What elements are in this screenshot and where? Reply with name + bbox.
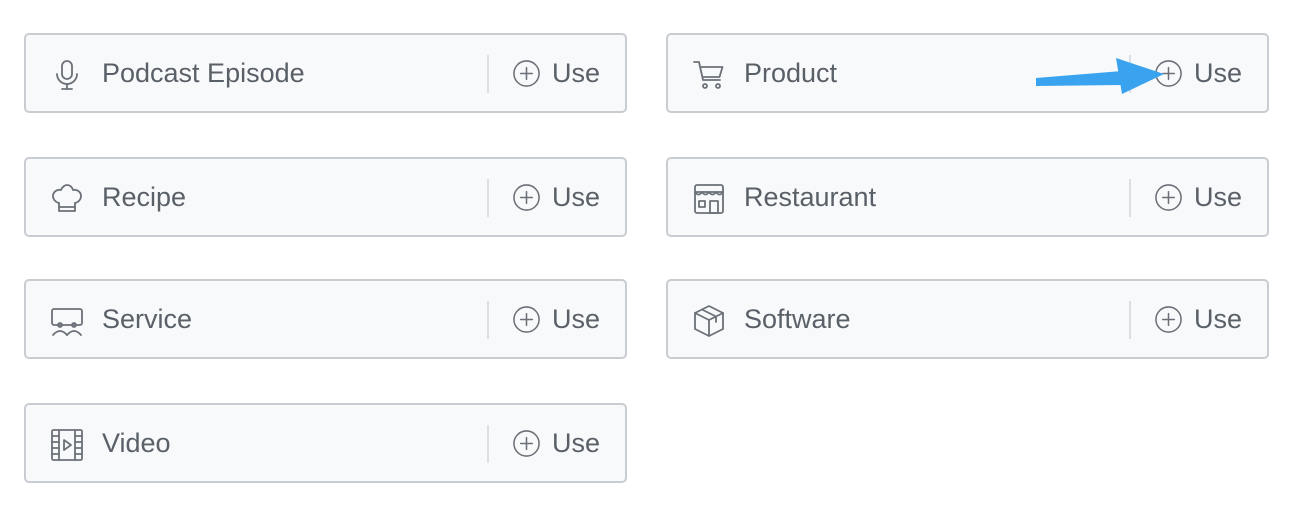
schema-card-video: Video Use — [24, 403, 627, 483]
use-button-service[interactable]: Use — [512, 299, 600, 339]
use-button-label: Use — [552, 57, 601, 88]
schema-card-recipe: Recipe Use — [24, 157, 627, 237]
schema-type-grid: Podcast Episode Use Product Use Recipe U… — [0, 0, 1295, 521]
service-icon — [49, 303, 85, 339]
shopping-cart-icon — [691, 57, 727, 93]
plus-circle-icon — [512, 59, 541, 88]
schema-type-label: Restaurant — [744, 182, 877, 212]
use-button-label: Use — [1194, 303, 1243, 334]
schema-type-label: Podcast Episode — [102, 58, 305, 88]
schema-type-label: Software — [744, 304, 851, 334]
divider — [1129, 179, 1131, 217]
software-box-icon — [691, 303, 727, 339]
schema-card-software: Software Use — [666, 279, 1269, 359]
divider — [487, 55, 489, 93]
use-button-label: Use — [552, 427, 601, 458]
schema-card-podcast-episode: Podcast Episode Use — [24, 33, 627, 113]
use-button-software[interactable]: Use — [1154, 299, 1242, 339]
use-button-label: Use — [1194, 181, 1243, 212]
schema-card-restaurant: Restaurant Use — [666, 157, 1269, 237]
schema-card-product: Product Use — [666, 33, 1269, 113]
schema-type-label: Video — [102, 428, 171, 458]
divider — [487, 179, 489, 217]
use-button-label: Use — [552, 181, 601, 212]
arrow-annotation-icon — [1036, 58, 1164, 94]
plus-circle-icon — [512, 429, 541, 458]
schema-type-label: Service — [102, 304, 193, 334]
schema-card-service: Service Use — [24, 279, 627, 359]
use-button-recipe[interactable]: Use — [512, 177, 600, 217]
use-button-podcast-episode[interactable]: Use — [512, 53, 600, 93]
plus-circle-icon — [512, 305, 541, 334]
film-icon — [49, 427, 85, 463]
microphone-icon — [49, 57, 85, 93]
divider — [487, 301, 489, 339]
plus-circle-icon — [1154, 183, 1183, 212]
plus-circle-icon — [512, 183, 541, 212]
divider — [487, 425, 489, 463]
use-button-product[interactable]: Use — [1154, 53, 1242, 93]
use-button-label: Use — [552, 303, 601, 334]
chef-hat-icon — [49, 181, 85, 217]
schema-type-label: Product — [744, 58, 838, 88]
use-button-restaurant[interactable]: Use — [1154, 177, 1242, 217]
storefront-icon — [691, 181, 727, 217]
use-button-label: Use — [1194, 57, 1243, 88]
divider — [1129, 301, 1131, 339]
schema-type-label: Recipe — [102, 182, 187, 212]
use-button-video[interactable]: Use — [512, 423, 600, 463]
plus-circle-icon — [1154, 305, 1183, 334]
